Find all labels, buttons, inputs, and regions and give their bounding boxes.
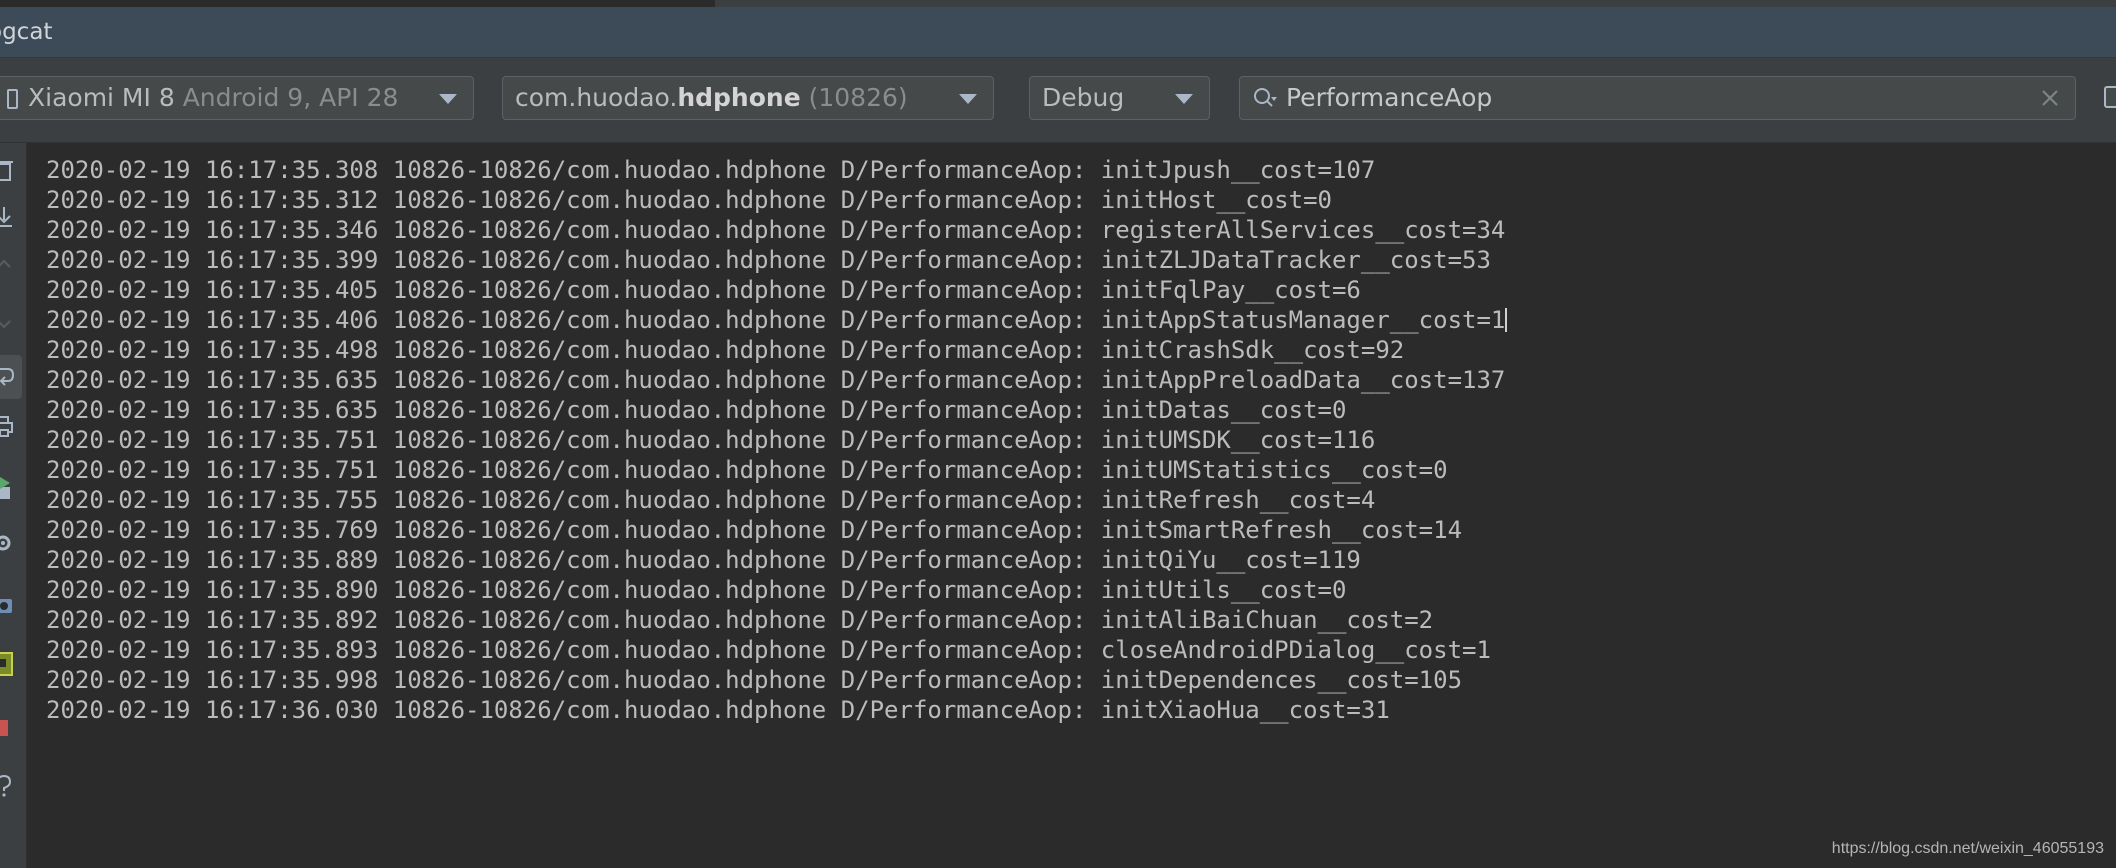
chevron-down-icon bbox=[439, 94, 457, 104]
search-field[interactable]: PerformanceAop bbox=[1239, 76, 2076, 120]
scroll-to-end-icon[interactable] bbox=[0, 205, 16, 231]
help-icon[interactable] bbox=[0, 773, 16, 799]
log-line[interactable]: 2020-02-19 16:17:35.405 10826-10826/com.… bbox=[46, 275, 1361, 305]
log-line[interactable]: 2020-02-19 16:17:35.889 10826-10826/com.… bbox=[46, 545, 1361, 575]
log-line[interactable]: 2020-02-19 16:17:35.890 10826-10826/com.… bbox=[46, 575, 1346, 605]
restart-icon[interactable] bbox=[0, 473, 16, 503]
device-selector[interactable]: Xiaomi MI 8 Android 9, API 28 bbox=[0, 76, 474, 120]
logcat-output[interactable]: 2020-02-19 16:17:35.308 10826-10826/com.… bbox=[46, 143, 2116, 868]
watermark: https://blog.csdn.net/weixin_46055193 bbox=[1831, 840, 2104, 857]
log-line[interactable]: 2020-02-19 16:17:35.998 10826-10826/com.… bbox=[46, 665, 1462, 695]
soft-wrap-toggle[interactable] bbox=[0, 355, 22, 399]
screenshot-icon[interactable] bbox=[0, 593, 16, 619]
down-arrow-icon[interactable] bbox=[0, 313, 16, 333]
up-arrow-icon[interactable] bbox=[0, 253, 16, 273]
log-line[interactable]: 2020-02-19 16:17:35.406 10826-10826/com.… bbox=[46, 305, 1508, 335]
print-icon[interactable] bbox=[0, 413, 16, 439]
log-line[interactable]: 2020-02-19 16:17:35.892 10826-10826/com.… bbox=[46, 605, 1433, 635]
process-name: hdphone bbox=[677, 83, 801, 112]
window-title: ogcat bbox=[0, 19, 53, 45]
soft-wrap-icon bbox=[0, 368, 15, 386]
logcat-side-toolbar bbox=[0, 143, 27, 868]
log-line[interactable]: 2020-02-19 16:17:35.751 10826-10826/com.… bbox=[46, 425, 1375, 455]
log-line[interactable]: 2020-02-19 16:17:35.769 10826-10826/com.… bbox=[46, 515, 1462, 545]
log-line[interactable]: 2020-02-19 16:17:35.635 10826-10826/com.… bbox=[46, 365, 1505, 395]
top-strip-segment bbox=[715, 0, 2116, 7]
tool-window-title-bar: ogcat bbox=[0, 7, 2116, 58]
log-line[interactable]: 2020-02-19 16:17:35.755 10826-10826/com.… bbox=[46, 485, 1375, 515]
process-pid: (10826) bbox=[808, 83, 908, 112]
chevron-down-icon bbox=[959, 94, 977, 104]
phone-icon bbox=[7, 89, 18, 109]
clear-icon[interactable] bbox=[2039, 87, 2061, 109]
trash-icon[interactable] bbox=[0, 157, 16, 183]
log-line[interactable]: 2020-02-19 16:17:35.498 10826-10826/com.… bbox=[46, 335, 1404, 365]
device-name: Xiaomi MI 8 bbox=[28, 83, 175, 112]
device-selector-text: Xiaomi MI 8 Android 9, API 28 bbox=[7, 77, 398, 119]
search-icon[interactable] bbox=[1252, 86, 1278, 112]
stop-icon[interactable] bbox=[0, 715, 16, 741]
top-strip bbox=[0, 0, 2116, 7]
device-detail: Android 9, API 28 bbox=[182, 83, 399, 112]
log-line[interactable]: 2020-02-19 16:17:35.751 10826-10826/com.… bbox=[46, 455, 1448, 485]
log-level-selector[interactable]: Debug bbox=[1029, 76, 1210, 120]
log-line[interactable]: 2020-02-19 16:17:35.346 10826-10826/com.… bbox=[46, 215, 1505, 245]
log-line[interactable]: 2020-02-19 16:17:36.030 10826-10826/com.… bbox=[46, 695, 1390, 725]
process-selector[interactable]: com.huodao.hdphone (10826) bbox=[502, 76, 994, 120]
log-line[interactable]: 2020-02-19 16:17:35.312 10826-10826/com.… bbox=[46, 185, 1332, 215]
text-cursor bbox=[1505, 308, 1508, 332]
process-prefix: com.huodao. bbox=[515, 83, 678, 112]
logcat-toolbar: Xiaomi MI 8 Android 9, API 28 com.huodao… bbox=[0, 58, 2116, 143]
log-level-value: Debug bbox=[1042, 83, 1125, 112]
chevron-down-icon bbox=[1175, 94, 1193, 104]
log-line[interactable]: 2020-02-19 16:17:35.308 10826-10826/com.… bbox=[46, 155, 1375, 185]
regex-checkbox[interactable] bbox=[2104, 86, 2116, 108]
process-selector-text: com.huodao.hdphone (10826) bbox=[515, 77, 908, 119]
search-input[interactable]: PerformanceAop bbox=[1286, 77, 1492, 119]
log-line[interactable]: 2020-02-19 16:17:35.893 10826-10826/com.… bbox=[46, 635, 1491, 665]
log-line[interactable]: 2020-02-19 16:17:35.635 10826-10826/com.… bbox=[46, 395, 1346, 425]
log-line[interactable]: 2020-02-19 16:17:35.399 10826-10826/com.… bbox=[46, 245, 1491, 275]
screen-record-icon[interactable] bbox=[0, 649, 16, 679]
gear-icon[interactable] bbox=[0, 529, 16, 557]
